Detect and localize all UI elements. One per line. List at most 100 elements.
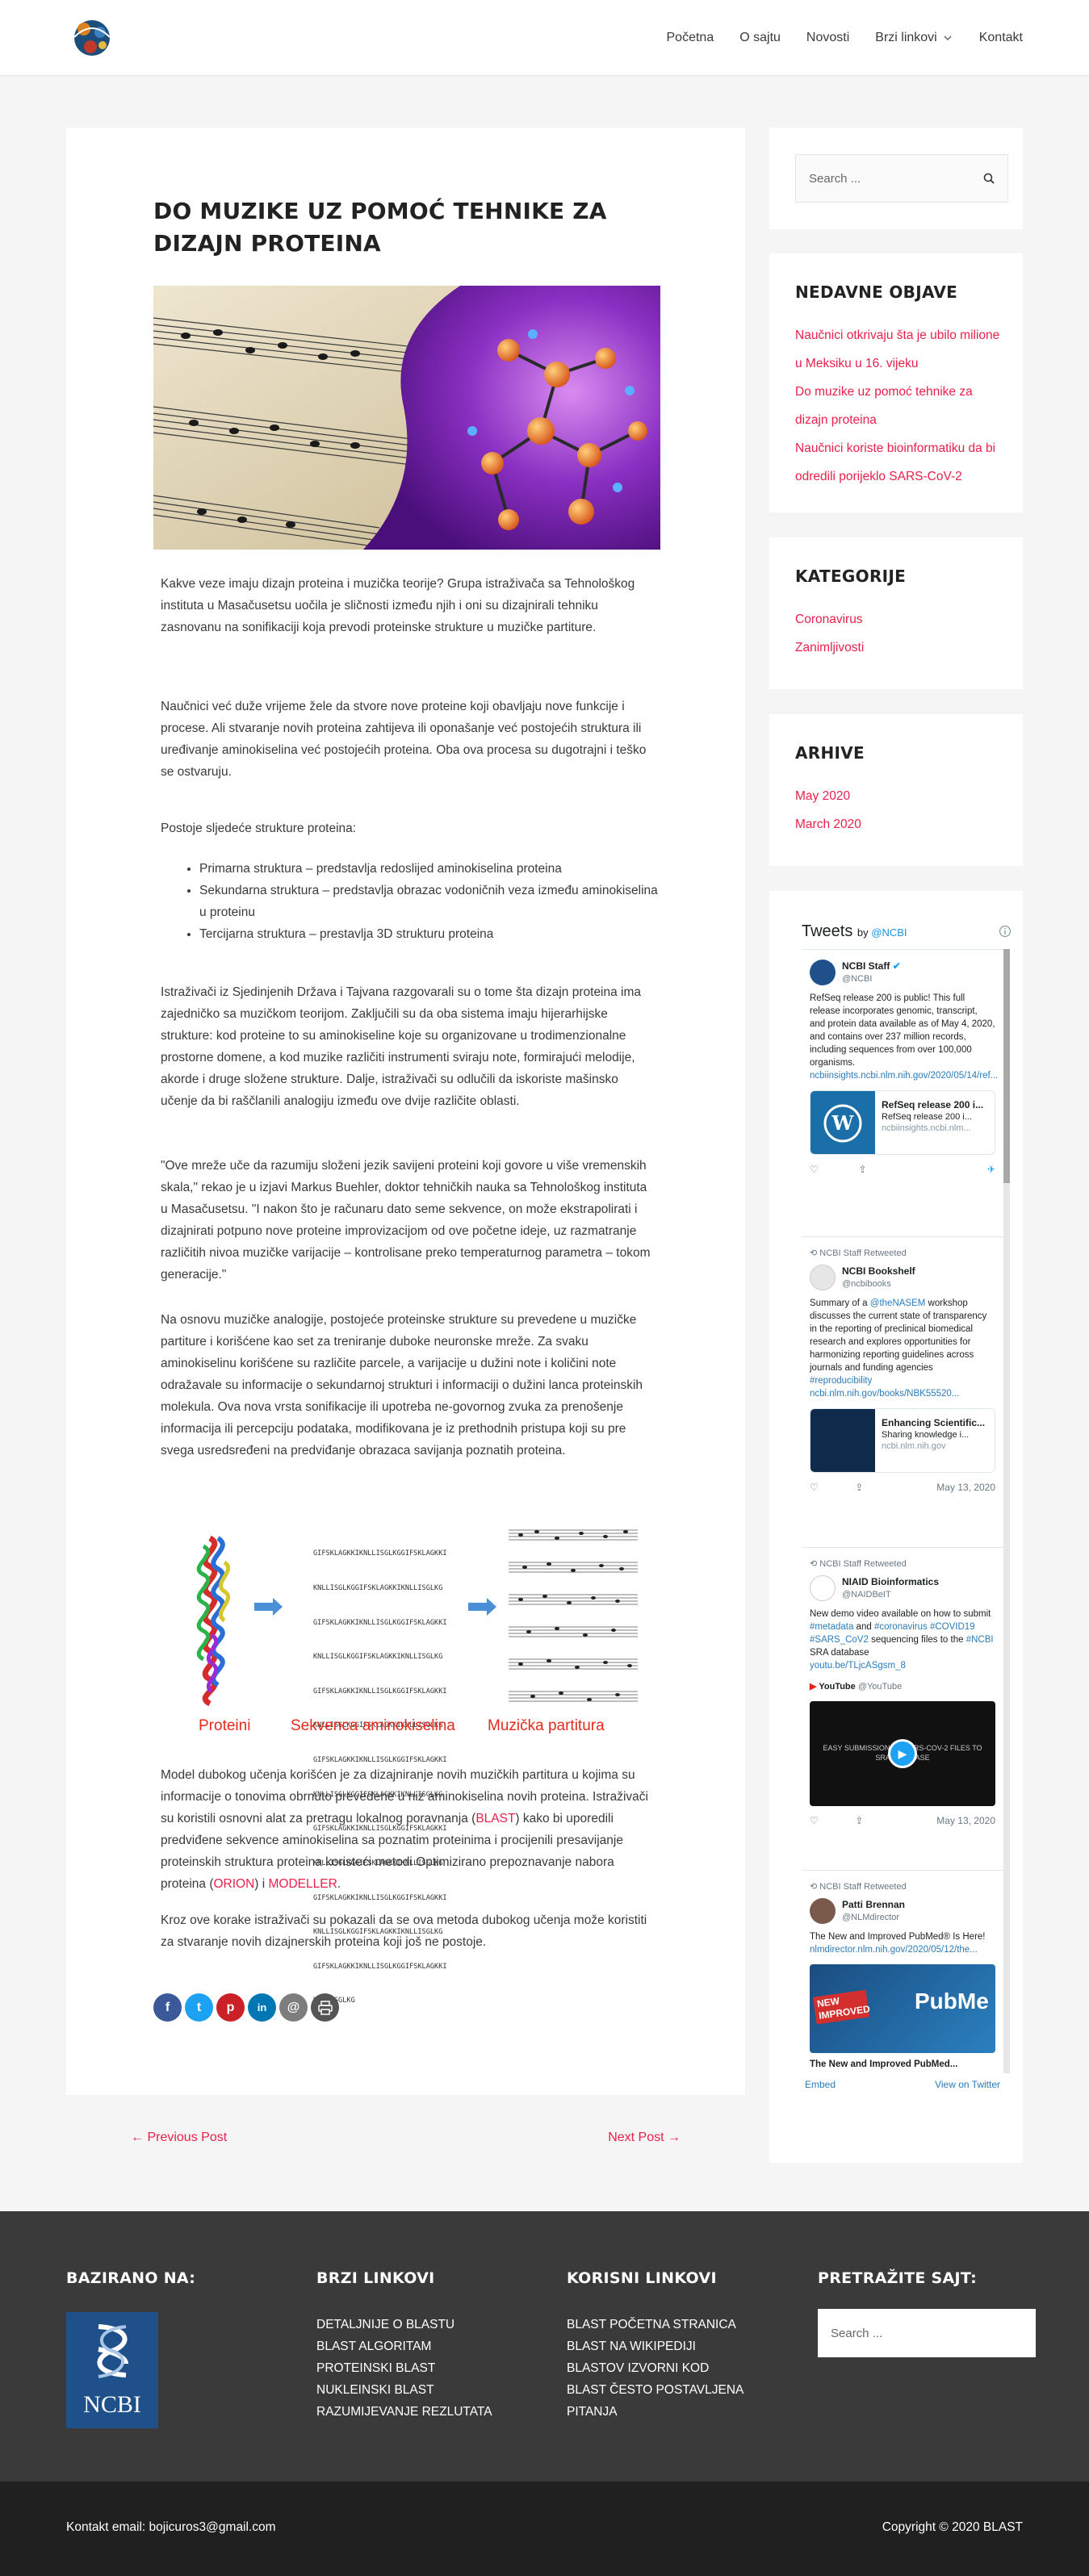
recent-post-link[interactable]: Naučnici otkrivaju šta je ubilo milione … [795,321,1005,378]
like-icon[interactable]: ♡ [810,1814,819,1827]
linkedin-share-button[interactable]: in [248,1993,276,2022]
email-share-button[interactable]: @ [279,1993,308,2022]
play-icon[interactable]: ▶ [888,1739,917,1768]
article-paragraph: Na osnovu muzičke analogije, postojeće p… [161,1313,643,1457]
youtube-name: YouTube [819,1682,856,1692]
footer-link[interactable]: Detaljnije o BLASTu [316,2314,492,2336]
modeller-link[interactable]: MODELLER [269,1877,337,1891]
footer-search-input[interactable]: Search ... [818,2309,1036,2357]
retweet-label: ⟲ NCBI Staff Retweeted [810,1882,907,1892]
archive-link[interactable]: March 2020 [795,810,1005,838]
tweet-link[interactable]: ncbi.nlm.nih.gov/books/NBK55520... [810,1389,959,1399]
twitter-handle-link[interactable]: @NCBI [871,926,907,939]
contact-email[interactable]: Kontakt email: bojicuros3@gmail.com [66,2520,276,2535]
widget-title: NEDAVNE OBJAVE [795,282,958,302]
nav-novosti[interactable]: Novosti [806,31,849,45]
youtube-icon: ▶ [810,1682,817,1692]
print-share-button[interactable] [311,1993,339,2022]
copyright-text: Copyright © 2020 BLAST [882,2520,1023,2534]
tweet-author-handle: @NLMdirector [842,1913,900,1922]
facebook-share-button[interactable]: f [153,1993,182,2022]
scrollbar-thumb[interactable] [1003,949,1010,1183]
twitter-share-button[interactable]: t [185,1993,213,2022]
print-icon [317,2000,333,2015]
archive-link[interactable]: May 2020 [795,782,1005,810]
tweet-hashtag[interactable]: #COVID19 [930,1622,975,1632]
tweet-hashtag[interactable]: #SARS_CoV2 [810,1635,869,1645]
tweet[interactable]: ⟲ NCBI Staff Retweeted Patti Brennan @NLM… [802,1871,1003,2073]
tweet-feed-scrollbar[interactable] [1003,949,1010,2073]
like-icon[interactable]: ♡ [810,1481,819,1494]
archives-list: May 2020 March 2020 [795,782,1005,838]
tweet-hashtag[interactable]: #coronavirus [874,1622,928,1632]
retweet-label: ⟲ NCBI Staff Retweeted [810,1248,907,1258]
twitter-title: Tweets [802,922,853,940]
info-icon[interactable] [999,925,1012,938]
blast-link[interactable]: BLAST [475,1812,515,1825]
share-icon[interactable]: ⇪ [855,1814,863,1827]
tweet-link[interactable]: nlmdirector.nlm.nih.gov/2020/05/12/the..… [810,1945,978,1955]
tweet-text: RefSeq release 200 is public! This full … [810,993,995,1068]
orion-link[interactable]: ORION [213,1877,254,1891]
like-icon[interactable]: ♡ [810,1163,819,1176]
nav-o-sajtu[interactable]: O sajtu [739,31,781,45]
twitter-bird-icon[interactable]: ✈ [987,1163,995,1176]
category-link[interactable]: Coronavirus [795,605,1005,634]
nav-kontakt[interactable]: Kontakt [979,31,1023,45]
paragraph-text: ) i [254,1877,269,1891]
nav-brzi-linkovi[interactable]: Brzi linkovi [875,31,953,45]
embed-link[interactable]: Embed [805,2079,836,2090]
wordpress-icon: W [810,1091,875,1154]
tweet-card[interactable]: Enhancing Scientific... Sharing knowledge… [810,1408,995,1473]
tweet-link[interactable]: ncbiinsights.ncbi.nlm.nih.gov/2020/05/14… [810,1071,998,1081]
tweet[interactable]: ⟲ NCBI Staff Retweeted NIAID Bioinformat… [802,1548,1003,1871]
tweet-link[interactable]: youtu.be/TLjcASgsm_8 [810,1661,906,1671]
previous-post-link[interactable]: ← Previous Post [131,2131,227,2145]
share-icon[interactable]: ⇪ [859,1163,867,1176]
retweet-label-text: NCBI Staff Retweeted [819,1559,907,1569]
footer-link[interactable]: BLAST početna stranica [567,2314,760,2336]
site-logo[interactable] [66,13,118,63]
recent-post-link[interactable]: Naučnici koriste bioinformatiku da bi od… [795,434,1005,491]
footer-link[interactable]: Nukleinski BLAST [316,2379,492,2401]
tweet[interactable]: ⟲ NCBI Staff Retweeted NCBI Bookshelf @nc… [802,1237,1003,1548]
footer-link[interactable]: BLAST često postavljena pitanja [567,2379,760,2423]
footer-link[interactable]: BLASTov izvorni kod [567,2357,760,2379]
tweet-date[interactable]: May 13, 2020 [936,1481,995,1494]
nav-pocetna[interactable]: Početna [667,31,714,45]
footer-link[interactable]: Razumijevanje rezlutata [316,2401,492,2423]
footer-quick-links: Detaljnije o BLASTu BLAST algoritam Prot… [316,2314,492,2423]
share-buttons: f t p in @ [153,1993,339,2022]
sidebar-search-input[interactable]: Search ... [795,154,1008,203]
article-paragraph: Kroz ove korake istraživači su pokazali … [161,1913,647,1949]
pinterest-share-button[interactable]: p [216,1993,245,2022]
next-post-link[interactable]: Next Post → [608,2131,681,2145]
category-link[interactable]: Zanimljivosti [795,634,1005,662]
tweet-feed[interactable]: NCBI Staff ✔ @NCBI RefSeq release 200 is … [802,949,1003,2073]
new-badge: NEW IMPROVED [812,1989,871,2025]
tweet-text-part: workshop discusses the current state of … [810,1298,987,1373]
tweet-hashtag[interactable]: #NCBI [966,1635,994,1645]
tweet-date[interactable]: May 13, 2020 [936,1814,995,1827]
footer-link[interactable]: Proteinski BLAST [316,2357,492,2379]
retweet-label-text: NCBI Staff Retweeted [819,1248,907,1258]
tweet-hashtag[interactable]: #reproducibility [810,1376,872,1386]
view-on-twitter-link[interactable]: View on Twitter [935,2079,1000,2090]
svg-text:W: W [831,1111,855,1135]
figure-label-sekvenca: Sekvenca aminokiselina [291,1717,455,1734]
video-player[interactable]: EASY SUBMISSION OF SARS-COV-2 FILES TO S… [810,1701,995,1806]
footer-link[interactable]: BLAST na Wikipediji [567,2336,760,2357]
footer-title-pretrazite: PRETRAŽITE SAJT: [818,2269,978,2287]
share-icon[interactable]: ⇪ [855,1481,863,1494]
recent-post-link[interactable]: Do muzike uz pomoć tehnike za dizajn pro… [795,378,1005,434]
tweet-mention[interactable]: @theNASEM [870,1298,926,1308]
tweet[interactable]: NCBI Staff ✔ @NCBI RefSeq release 200 is … [802,950,1003,1237]
tweet-image[interactable]: NEW IMPROVED PubMe [810,1964,995,2053]
tweet-card[interactable]: W RefSeq release 200 i... RefSeq release … [810,1090,995,1155]
footer-link[interactable]: BLAST algoritam [316,2336,492,2357]
ncbi-logo[interactable]: NCBI [66,2312,158,2428]
tweet-hashtag[interactable]: #metadata [810,1622,853,1632]
sequence-line: GIFSKLAGKKIKNLLISGLKGGIFSKLAGKKI [313,1962,447,1971]
sequence-line: GIFSKLAGKKIKNLLISGLKGGIFSKLAGKKI [313,1687,447,1696]
search-icon[interactable] [983,173,995,184]
